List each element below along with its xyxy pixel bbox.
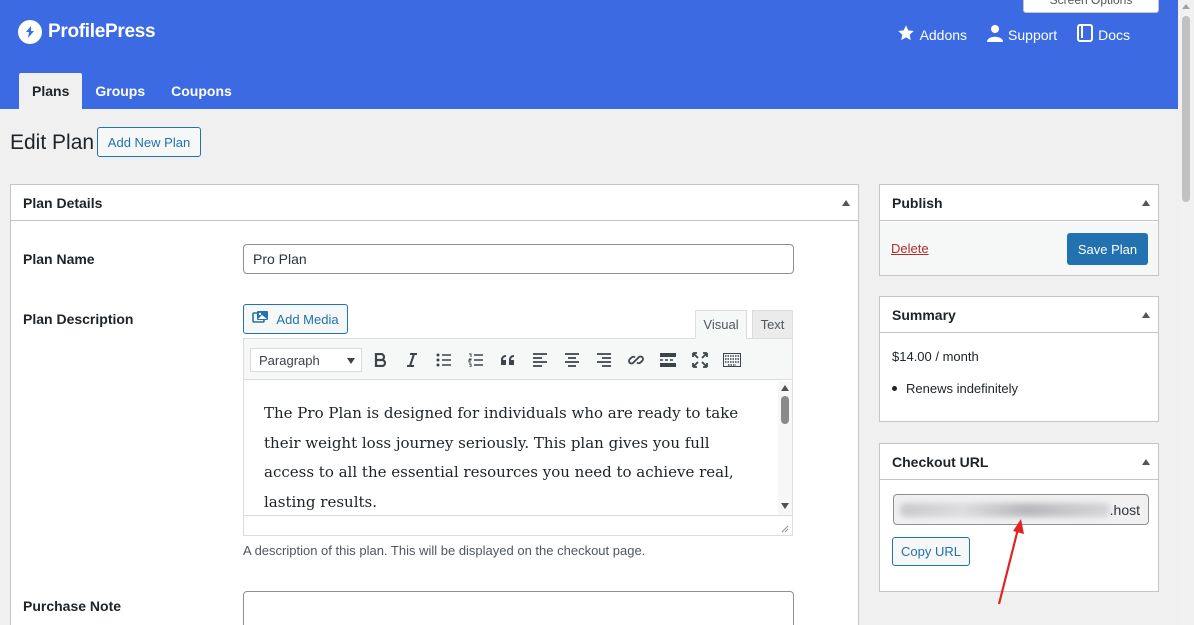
editor-scroll-down-icon[interactable] [780,502,790,510]
brand-name: ProfilePress [48,21,156,42]
header-links: Addons Support Docs [897,24,1130,45]
nav-tabs: Plans Groups Coupons [19,73,245,109]
add-new-plan-button[interactable]: Add New Plan [97,127,201,157]
purchase-note-textarea[interactable] [243,591,794,625]
bullet-list-icon[interactable] [432,348,456,372]
checkout-url-header[interactable]: Checkout URL [880,444,1158,480]
summary-renewal: Renews indefinitely [906,381,1019,396]
publish-title: Publish [892,194,943,211]
docs-link[interactable]: Docs [1077,24,1130,45]
align-right-icon[interactable] [592,348,616,372]
plan-details-header[interactable]: Plan Details [11,185,858,221]
profilepress-logo-icon [18,20,42,44]
paragraph-format-select[interactable]: Paragraph [250,348,362,372]
checkout-url-suffix: .host [1109,502,1140,518]
editor-toolbar: Paragraph [244,339,792,380]
summary-title: Summary [892,306,956,323]
star-icon [897,24,915,45]
blockquote-icon[interactable] [496,348,520,372]
tab-groups[interactable]: Groups [82,73,158,109]
screen-options-button[interactable]: Screen Options [1023,0,1159,13]
collapse-caret-icon[interactable] [842,200,850,206]
user-icon [987,24,1004,45]
editor-scrollbar[interactable] [778,381,792,515]
support-link[interactable]: Support [987,24,1057,45]
add-media-label: Add Media [276,311,339,327]
top-header: ProfilePress Screen Options Addons Suppo… [0,0,1178,109]
resize-handle-icon[interactable] [779,523,789,533]
annotation-arrow-icon [997,519,1024,605]
book-icon [1077,24,1094,45]
summary-box: Summary $14.00 / month Renews indefinite… [879,296,1159,422]
tab-coupons[interactable]: Coupons [158,73,245,109]
editor-scroll-up-icon[interactable] [780,384,790,392]
editor-status-bar [244,515,792,535]
summary-renewal-item: Renews indefinitely [892,381,1018,396]
summary-price: $14.00 / month [892,349,979,364]
summary-header[interactable]: Summary [880,297,1158,333]
description-help-text: A description of this plan. This will be… [243,543,646,558]
copy-url-button[interactable]: Copy URL [892,537,970,566]
page-scrollbar[interactable] [1178,0,1194,625]
editor-tab-text[interactable]: Text [752,310,793,339]
checkout-url-title: Checkout URL [892,453,989,470]
scroll-thumb[interactable] [1182,16,1190,202]
toolbar-toggle-icon[interactable] [720,348,744,372]
media-icon [252,310,270,329]
purchase-note-label: Purchase Note [23,598,122,614]
plan-name-input[interactable]: Pro Plan [243,244,794,274]
fullscreen-icon[interactable] [688,348,712,372]
italic-icon[interactable] [400,348,424,372]
editor-tab-visual[interactable]: Visual [695,310,747,339]
publish-header[interactable]: Publish [880,185,1158,221]
chevron-down-icon [347,358,355,364]
rich-text-editor: Paragraph The Pro Plan is designed for i… [243,338,793,536]
bullet-icon [892,386,897,391]
collapse-caret-icon[interactable] [1142,200,1150,206]
scroll-up-arrow-icon[interactable] [1182,4,1190,9]
collapse-caret-icon[interactable] [1142,312,1150,318]
plan-name-label: Plan Name [23,251,95,267]
page-title: Edit Plan [10,131,95,154]
collapse-caret-icon[interactable] [1142,459,1150,465]
tab-plans[interactable]: Plans [19,73,83,109]
link-icon[interactable] [624,348,648,372]
delete-link[interactable]: Delete [891,241,929,256]
editor-scroll-thumb[interactable] [781,396,789,424]
support-label: Support [1008,26,1058,43]
addons-label: Addons [919,26,968,43]
editor-content[interactable]: The Pro Plan is designed for individuals… [244,381,778,515]
align-center-icon[interactable] [560,348,584,372]
plan-description-label: Plan Description [23,311,134,327]
save-plan-button[interactable]: Save Plan [1067,233,1148,265]
plan-details-title: Plan Details [23,194,103,211]
align-left-icon[interactable] [528,348,552,372]
format-value: Paragraph [259,352,320,368]
brand-logo[interactable]: ProfilePress [18,20,156,44]
read-more-icon[interactable] [656,348,680,372]
add-media-button[interactable]: Add Media [243,304,348,334]
numbered-list-icon[interactable] [464,348,488,372]
addons-link[interactable]: Addons [897,24,967,45]
bold-icon[interactable] [368,348,392,372]
docs-label: Docs [1098,26,1130,43]
